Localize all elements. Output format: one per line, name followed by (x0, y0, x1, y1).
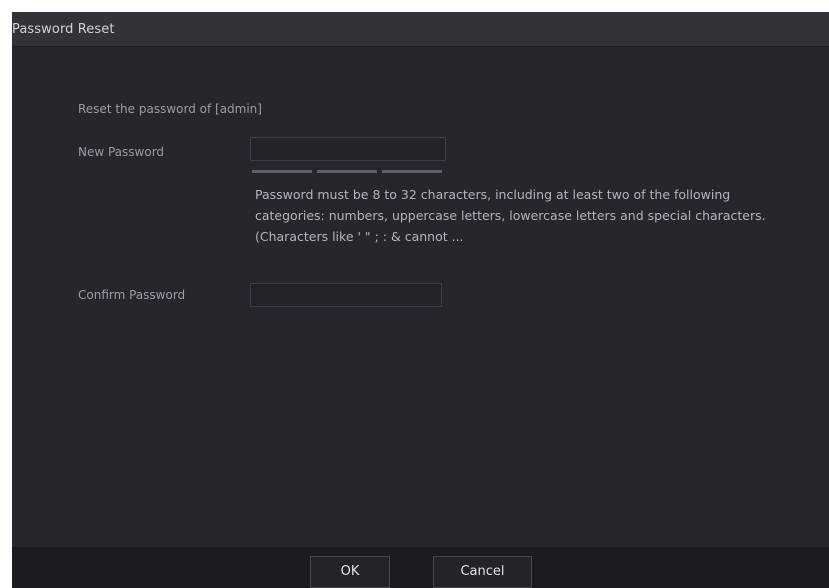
password-reset-dialog: Password Reset Reset the password of [ad… (12, 12, 829, 588)
strength-bar-medium (317, 170, 377, 173)
dialog-title: Password Reset (12, 22, 115, 37)
new-password-label: New Password (78, 145, 165, 159)
reset-account-text: Reset the password of [admin] (78, 102, 262, 116)
password-requirements-hint: Password must be 8 to 32 characters, inc… (255, 187, 766, 244)
new-password-input[interactable] (250, 137, 446, 161)
confirm-password-label: Confirm Password (78, 288, 186, 302)
strength-bar-strong (382, 170, 442, 173)
strength-bar-weak (252, 170, 312, 173)
dialog-footer: OK Cancel (12, 547, 829, 588)
ok-button[interactable]: OK (310, 556, 390, 588)
title-bar: Password Reset (12, 12, 829, 47)
confirm-password-input[interactable] (250, 283, 442, 307)
cancel-button[interactable]: Cancel (433, 556, 532, 588)
